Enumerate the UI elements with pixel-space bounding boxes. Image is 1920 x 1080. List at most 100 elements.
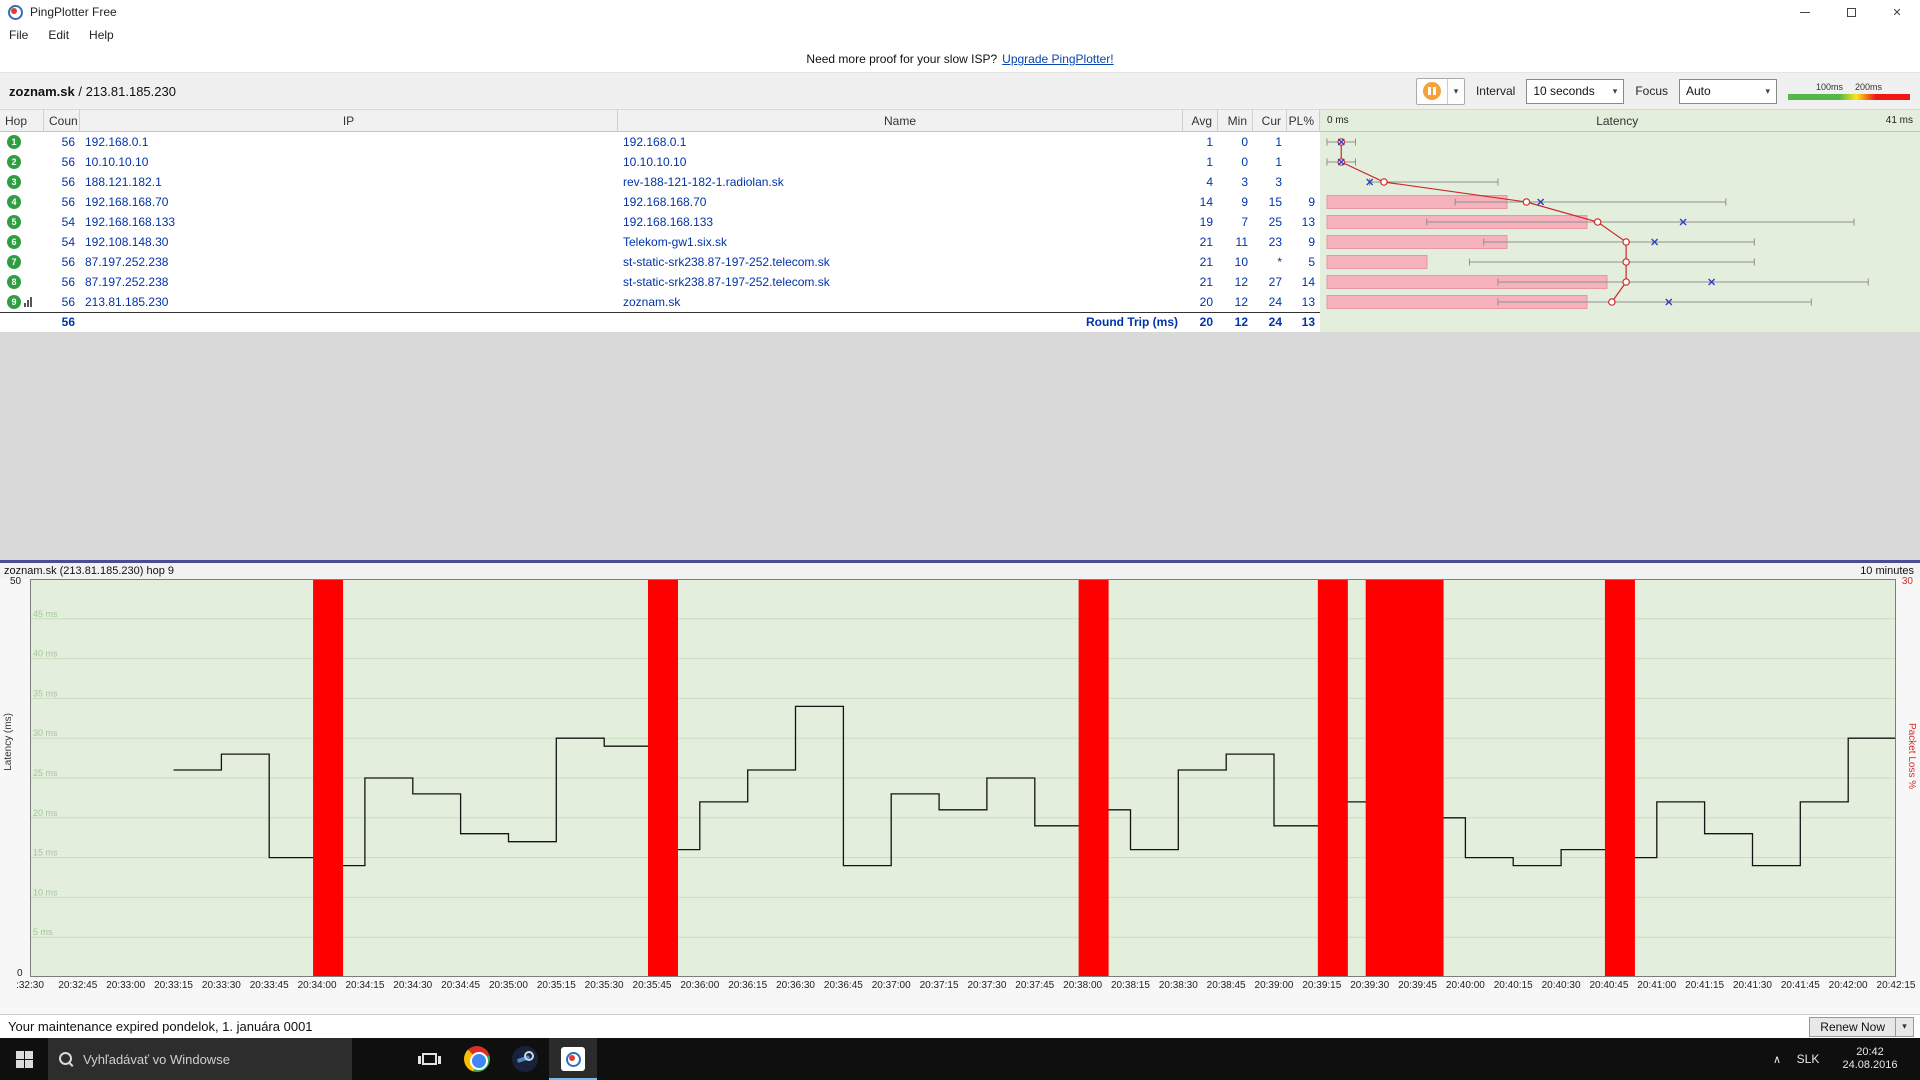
col-header-name[interactable]: Name — [618, 110, 1183, 132]
time-tick-label: 20:35:30 — [585, 980, 624, 991]
time-tick-label: 20:34:00 — [298, 980, 337, 991]
min-cell: 0 — [1218, 152, 1253, 172]
pl-cell: 13 — [1287, 292, 1320, 312]
min-cell: 0 — [1218, 132, 1253, 152]
hop-number-badge: 2 — [7, 155, 21, 169]
taskbar-clock[interactable]: 20:42 24.08.2016 — [1826, 1046, 1914, 1072]
focus-value: Auto — [1686, 84, 1711, 98]
focus-label: Focus — [1635, 84, 1668, 98]
chrome-taskbar-button[interactable] — [453, 1038, 501, 1080]
pause-dropdown-button[interactable]: ▾ — [1447, 79, 1464, 104]
system-tray: ∧ SLK 20:42 24.08.2016 — [1764, 1038, 1920, 1080]
table-row[interactable]: 654192.108.148.30Telekom-gw1.six.sk21112… — [0, 232, 1920, 252]
col-header-latency[interactable]: 0 ms Latency 41 ms — [1320, 110, 1920, 132]
avg-cell: 1 — [1183, 152, 1218, 172]
latency-cell — [1320, 132, 1920, 152]
cur-cell: 27 — [1253, 272, 1287, 292]
latency-cell — [1320, 212, 1920, 232]
pl-cell: 14 — [1287, 272, 1320, 292]
table-row[interactable]: 85687.197.252.238st-static-srk238.87-197… — [0, 272, 1920, 292]
avg-cell: 4 — [1183, 172, 1218, 192]
col-header-avg[interactable]: Avg — [1183, 110, 1218, 132]
time-tick-label: 20:38:15 — [1111, 980, 1150, 991]
language-indicator[interactable]: SLK — [1790, 1052, 1826, 1066]
latency-scale-min: 0 ms — [1327, 115, 1349, 126]
maximize-button[interactable] — [1828, 0, 1874, 24]
pinned-app-icon — [512, 1046, 538, 1072]
window-title: PingPlotter Free — [30, 5, 117, 19]
table-row[interactable]: 456192.168.168.70192.168.168.70149159 — [0, 192, 1920, 212]
menu-edit[interactable]: Edit — [48, 28, 69, 42]
time-tick-label: 20:39:30 — [1350, 980, 1389, 991]
close-button[interactable]: ✕ — [1874, 0, 1920, 24]
time-tick-label: 20:35:15 — [537, 980, 576, 991]
ip-cell: 192.168.0.1 — [80, 132, 618, 152]
pingplotter-taskbar-icon — [561, 1047, 585, 1071]
cur-cell: 15 — [1253, 192, 1287, 212]
ip-cell: 192.168.168.70 — [80, 192, 618, 212]
cur-cell: 24 — [1253, 292, 1287, 312]
clock-time: 20:42 — [1826, 1046, 1914, 1059]
pingplotter-taskbar-button[interactable] — [549, 1038, 597, 1080]
svg-text:45 ms: 45 ms — [33, 609, 58, 619]
menu-bar: File Edit Help — [0, 24, 1920, 46]
latency-cell — [1320, 152, 1920, 172]
start-button[interactable] — [0, 1038, 48, 1080]
y-axis-min-label: 0 — [17, 968, 23, 979]
col-header-cur[interactable]: Cur — [1253, 110, 1287, 132]
latency-axis-label: Latency (ms) — [3, 713, 14, 771]
round-trip-pl: 13 — [1287, 312, 1320, 332]
table-row[interactable]: 956213.81.185.230zoznam.sk20122413 — [0, 292, 1920, 312]
col-header-min[interactable]: Min — [1218, 110, 1253, 132]
tray-expand-button[interactable]: ∧ — [1764, 1053, 1790, 1066]
pinned-app-button[interactable] — [501, 1038, 549, 1080]
menu-help[interactable]: Help — [89, 28, 114, 42]
pause-button[interactable] — [1417, 79, 1447, 104]
col-header-pl[interactable]: PL% — [1287, 110, 1320, 132]
interval-select[interactable]: 10 seconds ▾ — [1526, 79, 1624, 104]
table-row[interactable]: 554192.168.168.133192.168.168.1331972513 — [0, 212, 1920, 232]
renew-now-button[interactable]: Renew Now — [1809, 1017, 1896, 1037]
latency-cell — [1320, 192, 1920, 212]
col-header-hop[interactable]: Hop — [0, 110, 44, 132]
time-tick-label: 20:33:45 — [250, 980, 289, 991]
col-header-count[interactable]: Coun — [44, 110, 80, 132]
hop-number-badge: 3 — [7, 175, 21, 189]
task-view-button[interactable] — [405, 1038, 453, 1080]
search-icon — [59, 1052, 74, 1067]
name-cell: 192.168.0.1 — [618, 132, 1183, 152]
svg-text:40 ms: 40 ms — [33, 649, 58, 659]
table-row[interactable]: 356188.121.182.1rev-188-121-182-1.radiol… — [0, 172, 1920, 192]
round-trip-min: 12 — [1218, 312, 1253, 332]
ip-cell: 87.197.252.238 — [80, 272, 618, 292]
renew-dropdown-button[interactable]: ▾ — [1896, 1017, 1914, 1037]
table-row[interactable]: 75687.197.252.238st-static-srk238.87-197… — [0, 252, 1920, 272]
name-cell: 192.168.168.70 — [618, 192, 1183, 212]
round-trip-label: Round Trip (ms) — [618, 312, 1183, 332]
time-tick-label: 20:37:45 — [1015, 980, 1054, 991]
focus-select[interactable]: Auto ▾ — [1679, 79, 1777, 104]
svg-text:35 ms: 35 ms — [33, 688, 58, 698]
time-tick-label: 20:38:45 — [1207, 980, 1246, 991]
time-tick-label: 20:37:30 — [967, 980, 1006, 991]
round-trip-count: 56 — [44, 312, 80, 332]
menu-file[interactable]: File — [9, 28, 28, 42]
taskbar-search[interactable]: Vyhľadávať vo Windowse — [48, 1038, 352, 1080]
count-cell: 56 — [44, 192, 80, 212]
time-tick-label: 20:39:15 — [1302, 980, 1341, 991]
upgrade-link[interactable]: Upgrade PingPlotter! — [1002, 52, 1113, 66]
table-row[interactable]: 25610.10.10.1010.10.10.10101 — [0, 152, 1920, 172]
col-header-ip[interactable]: IP — [80, 110, 618, 132]
minimize-icon — [1800, 12, 1810, 13]
min-cell: 12 — [1218, 272, 1253, 292]
count-cell: 56 — [44, 292, 80, 312]
table-row[interactable]: 156192.168.0.1192.168.0.1101 — [0, 132, 1920, 152]
target-host: zoznam.sk — [9, 84, 75, 99]
pl-cell: 13 — [1287, 212, 1320, 232]
status-bar: Your maintenance expired pondelok, 1. ja… — [0, 1014, 1920, 1038]
time-tick-label: 20:34:30 — [393, 980, 432, 991]
time-tick-label: 20:42:15 — [1877, 980, 1916, 991]
pl-cell — [1287, 152, 1320, 172]
time-tick-label: 20:36:30 — [776, 980, 815, 991]
minimize-button[interactable] — [1782, 0, 1828, 24]
